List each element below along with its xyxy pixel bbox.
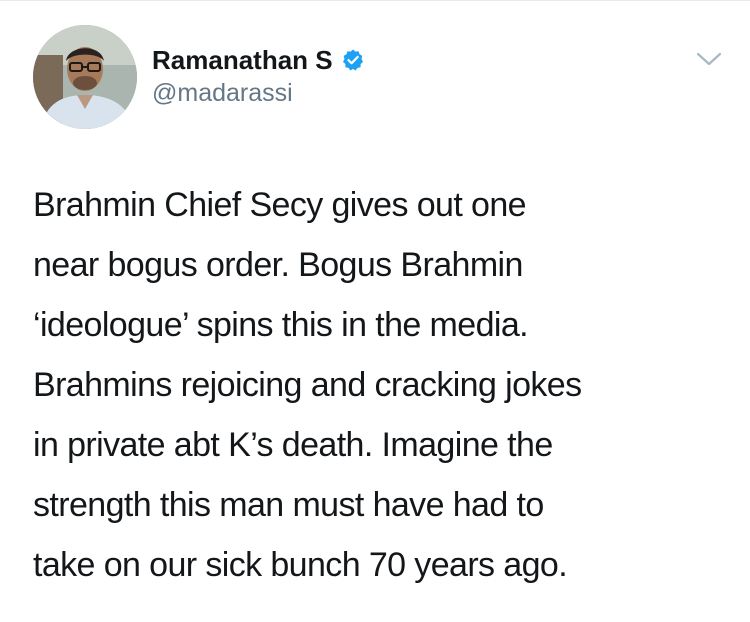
tweet-line: take on our sick bunch 70 years ago. [33,546,568,584]
display-name-row: Ramanathan S [152,43,365,77]
tweet-line: in private abt K’s death. Imagine the [33,426,553,464]
avatar[interactable] [33,25,137,129]
top-divider [0,0,750,1]
display-name[interactable]: Ramanathan S [152,45,333,76]
chevron-down-icon[interactable] [696,51,722,67]
tweet-line: strength this man must have had to [33,486,544,524]
tweet-line: Brahmins rejoicing and cracking jokes [33,366,582,404]
user-handle[interactable]: @madarassi [152,79,365,108]
tweet-text: Brahmin Chief Secy gives out one near bo… [33,175,723,595]
user-block: Ramanathan S @madarassi [152,43,365,108]
avatar-photo [33,25,137,129]
tweet-line: Brahmin Chief Secy gives out one [33,186,527,224]
tweet-line: ‘ideologue’ spins this in the media. [33,306,529,344]
tweet-line: near bogus order. Bogus Brahmin [33,246,523,284]
verified-check-icon [341,48,365,72]
tweet-header: Ramanathan S @madarassi [33,25,733,129]
